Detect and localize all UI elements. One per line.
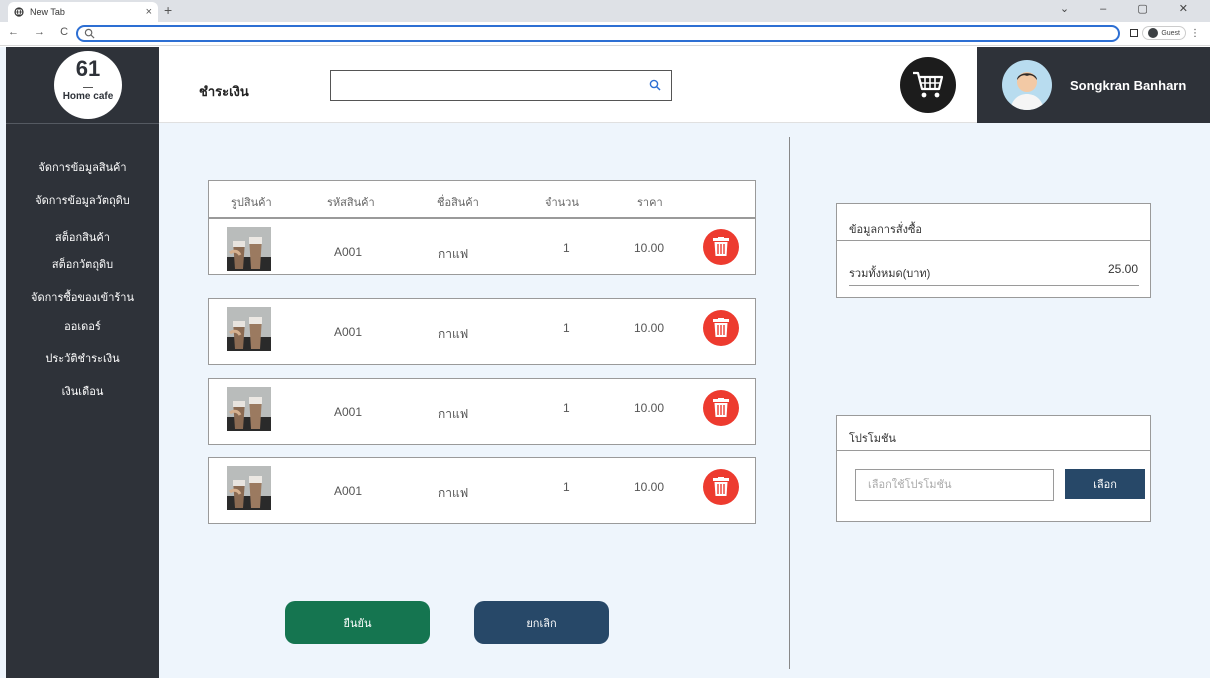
product-image <box>227 307 271 351</box>
profile-icon <box>1148 28 1159 38</box>
table-row: A001 กาแฟ 1 10.00 <box>208 457 756 524</box>
product-qty: 1 <box>563 401 570 415</box>
trash-icon <box>713 477 729 496</box>
table-row: A001 กาแฟ 1 10.00 <box>208 378 756 445</box>
browser-tab-bar: New Tab × + ⌄ – ▢ ✕ <box>0 0 1210 22</box>
sidepanel-icon[interactable] <box>1130 29 1139 37</box>
confirm-button[interactable]: ยืนยัน <box>285 601 430 644</box>
address-bar: ← → C Guest ⋮ <box>0 22 1210 46</box>
search-input[interactable] <box>330 70 672 101</box>
select-promotion-button[interactable]: เลือก <box>1065 469 1145 499</box>
product-code: A001 <box>334 405 363 419</box>
product-code: A001 <box>334 245 363 259</box>
cart-icon <box>913 71 944 98</box>
order-total-label: รวมทั้งหมด(บาท) <box>849 268 931 280</box>
logo-divider <box>83 87 93 88</box>
tab-title: New Tab <box>30 7 65 17</box>
user-profile[interactable]: Songkran Banharn <box>977 47 1210 123</box>
product-name: กาแฟ <box>438 247 469 261</box>
promotion-title: โปรโมชัน <box>849 433 896 445</box>
nav-buttons[interactable]: ← → C <box>8 26 74 38</box>
column-header-code: รหัสสินค้า <box>327 197 375 209</box>
sidebar: 61 Home cafe จัดการข้อมูลสินค้า จัดการข้… <box>6 47 159 678</box>
column-header-name: ชื่อสินค้า <box>437 197 479 209</box>
product-code: A001 <box>334 325 363 339</box>
order-total-value: 25.00 <box>1107 262 1138 276</box>
browser-menu-icon[interactable]: ⋮ <box>1190 28 1200 39</box>
order-summary-panel: ข้อมูลการสั่งซื้อ รวมทั้งหมด(บาท) 25.00 <box>836 203 1151 298</box>
sidebar-item-ingredient-stock[interactable]: สต็อกวัตถุดิบ <box>6 255 159 273</box>
promotion-divider <box>837 450 1150 451</box>
search-icon[interactable] <box>649 79 661 91</box>
delete-button[interactable] <box>703 390 739 426</box>
guest-label: Guest <box>1161 29 1180 37</box>
promotion-input[interactable] <box>855 469 1054 501</box>
delete-button[interactable] <box>703 469 739 505</box>
logo-number: 61 <box>75 56 101 81</box>
tab-close-icon[interactable]: × <box>146 2 152 22</box>
guest-profile-button[interactable]: Guest <box>1142 26 1186 40</box>
omnibox-search-icon <box>84 28 95 39</box>
product-image <box>227 387 271 431</box>
cart-button[interactable] <box>900 57 956 113</box>
app-root: 61 Home cafe จัดการข้อมูลสินค้า จัดการข้… <box>0 47 1210 678</box>
trash-icon <box>713 237 729 256</box>
column-header-image: รูปสินค้า <box>231 197 272 209</box>
sidebar-item-ingredients[interactable]: จัดการข้อมูลวัตถุดิบ <box>6 191 159 209</box>
omnibox-input[interactable] <box>76 25 1120 42</box>
order-summary-title: ข้อมูลการสั่งซื้อ <box>849 224 923 236</box>
delete-button[interactable] <box>703 229 739 265</box>
product-price: 10.00 <box>634 401 665 415</box>
column-header-qty: จำนวน <box>545 197 579 209</box>
product-price: 10.00 <box>634 321 665 335</box>
page-title: ชำระเงิน <box>199 84 249 99</box>
table-row: A001 กาแฟ 1 10.00 <box>208 298 756 365</box>
sidebar-item-payment-history[interactable]: ประวัติชำระเงิน <box>6 349 159 367</box>
logo-name: Home cafe <box>62 91 114 102</box>
browser-tab[interactable]: New Tab × <box>8 2 158 22</box>
sidebar-item-orders[interactable]: ออเดอร์ <box>6 317 159 335</box>
logo: 61 Home cafe <box>54 51 122 119</box>
product-image <box>227 466 271 510</box>
window-controls[interactable]: ⌄ – ▢ ✕ <box>1060 2 1202 15</box>
browser-toolbar-right: Guest ⋮ <box>1130 26 1200 40</box>
trash-icon <box>713 318 729 337</box>
sidebar-item-products[interactable]: จัดการข้อมูลสินค้า <box>6 158 159 176</box>
delete-button[interactable] <box>703 310 739 346</box>
trash-icon <box>713 398 729 417</box>
product-name: กาแฟ <box>438 407 469 421</box>
globe-icon <box>14 7 24 17</box>
user-name: Songkran Banharn <box>1070 78 1187 93</box>
product-table-header: รูปสินค้า รหัสสินค้า ชื่อสินค้า จำนวน รา… <box>208 180 756 218</box>
column-header-price: ราคา <box>637 197 663 209</box>
product-code: A001 <box>334 484 363 498</box>
product-price: 10.00 <box>634 480 665 494</box>
product-name: กาแฟ <box>438 327 469 341</box>
product-qty: 1 <box>563 480 570 494</box>
new-tab-button[interactable]: + <box>164 2 172 18</box>
product-price: 10.00 <box>634 241 665 255</box>
order-summary-divider <box>837 240 1150 241</box>
promotion-panel: โปรโมชัน เลือก <box>836 415 1151 522</box>
product-name: กาแฟ <box>438 486 469 500</box>
table-row: A001 กาแฟ 1 10.00 <box>208 218 756 275</box>
sidebar-item-purchasing[interactable]: จัดการซื้อของเข้าร้าน <box>6 288 159 306</box>
product-image <box>227 227 271 271</box>
order-total-underline <box>849 285 1139 286</box>
sidebar-item-product-stock[interactable]: สต็อกสินค้า <box>6 228 159 246</box>
sidebar-item-salary[interactable]: เงินเดือน <box>6 382 159 400</box>
sidebar-divider <box>6 123 159 124</box>
product-qty: 1 <box>563 241 570 255</box>
product-qty: 1 <box>563 321 570 335</box>
avatar <box>1002 60 1052 110</box>
header: ชำระเงิน Songkran Banharn <box>159 47 1210 123</box>
cancel-button[interactable]: ยกเลิก <box>474 601 609 644</box>
panel-divider <box>789 137 790 669</box>
